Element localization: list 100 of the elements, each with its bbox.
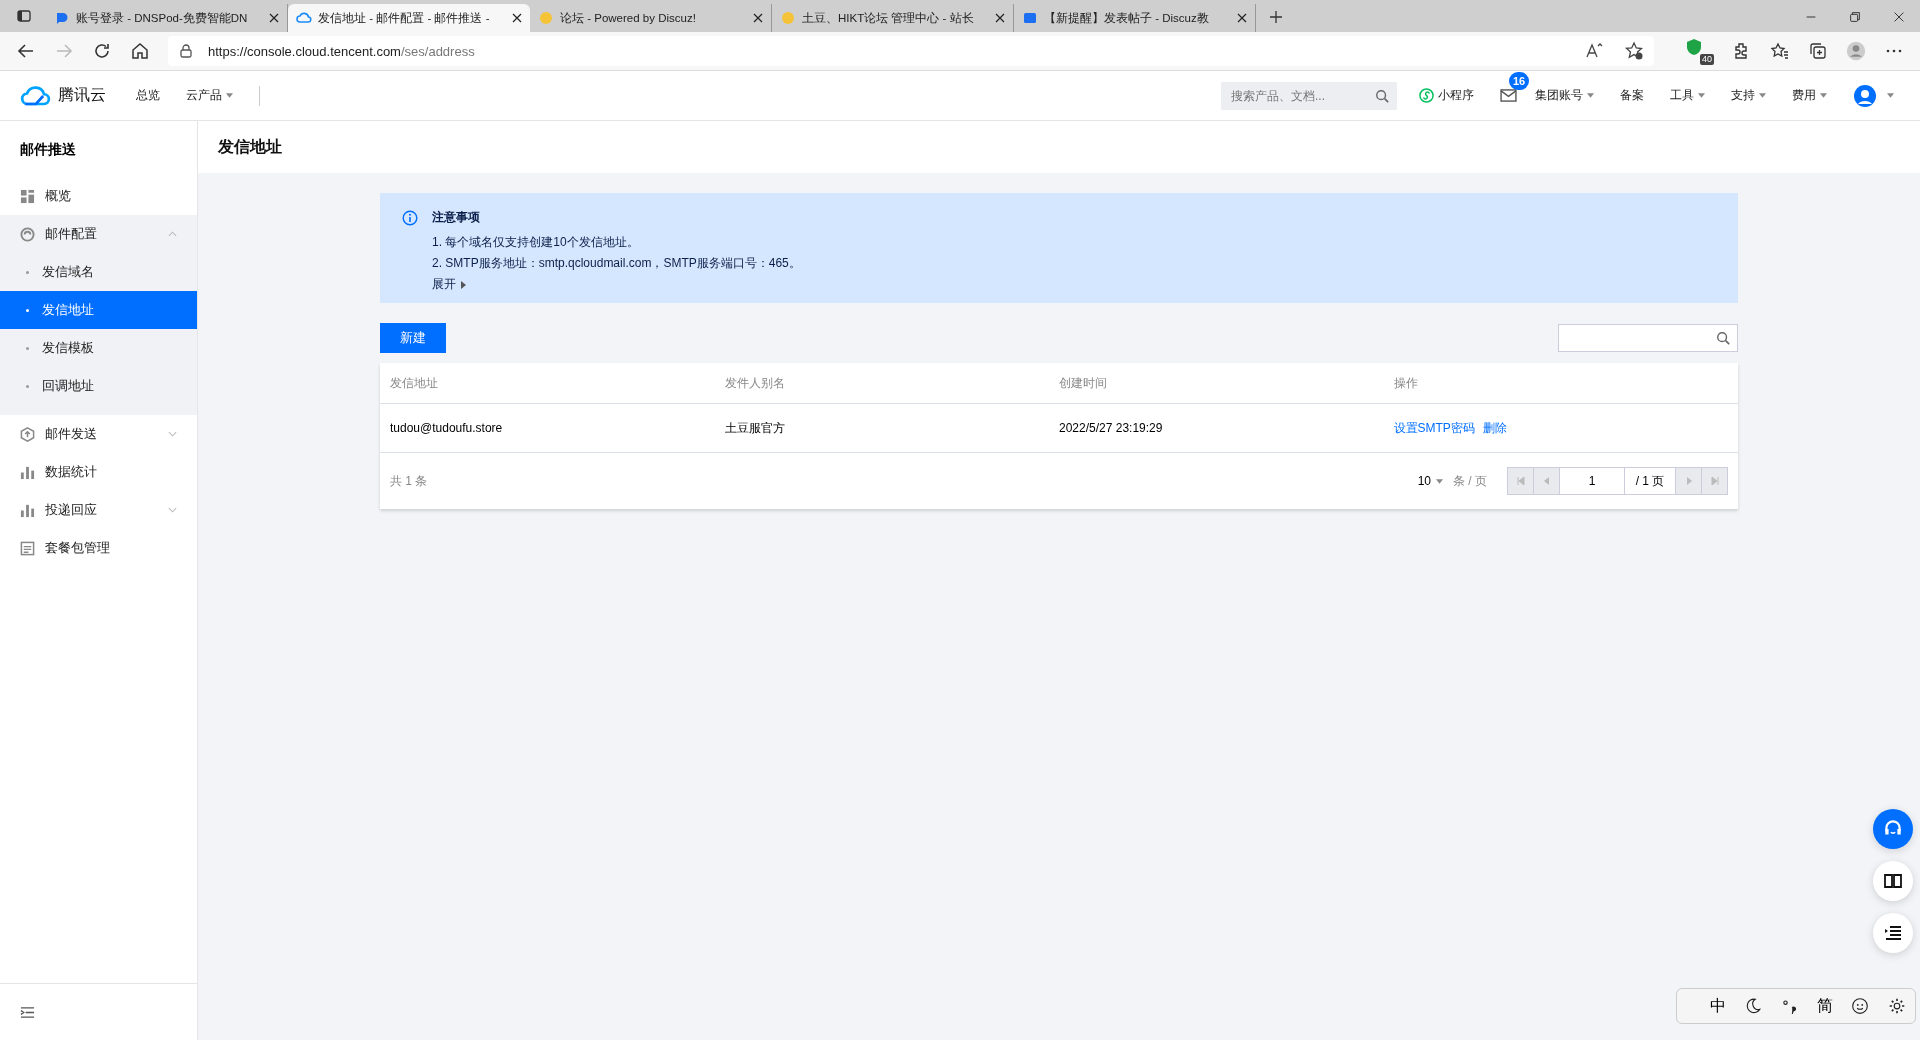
nav-link[interactable]: 总览 [136, 87, 160, 104]
sidebar-item[interactable]: 概览 [0, 177, 197, 215]
sidebar-title: 邮件推送 [19, 140, 77, 159]
site-icon [1022, 10, 1038, 26]
settings-icon[interactable] [1887, 997, 1906, 1015]
caret-icon [1436, 478, 1443, 484]
close-tab-icon[interactable] [269, 13, 279, 23]
smiley-icon[interactable] [1851, 997, 1870, 1015]
new-button[interactable]: 新建 [380, 323, 446, 353]
caret-icon [1698, 93, 1705, 98]
search-icon[interactable] [1375, 88, 1389, 103]
sidebar-item[interactable]: 投递回应 [0, 491, 197, 529]
info-icon [402, 210, 418, 226]
menu-icon [20, 188, 35, 204]
tab-actions-icon[interactable] [16, 8, 32, 24]
table-cell-text: 2022/5/27 23:19:29 [1059, 421, 1164, 435]
caret-icon [226, 93, 233, 98]
notice-text: 2. SMTP服务地址：smtp.qcloudmail.com，SMTP服务端口号：465。 [432, 255, 801, 272]
new-tab-icon[interactable] [1268, 9, 1284, 25]
script-toggle[interactable]: 简 [1817, 995, 1834, 1017]
total-count: 共 1 条 [390, 472, 428, 490]
site-icon [54, 10, 70, 26]
user-avatar-icon[interactable] [1853, 83, 1877, 108]
search-field[interactable] [1558, 324, 1738, 352]
menu-icon [20, 502, 35, 518]
restore-icon[interactable] [1848, 10, 1862, 24]
favorites-icon[interactable] [1770, 41, 1790, 61]
sidebar-item[interactable]: 数据统计 [0, 453, 197, 491]
table-cell-text: 土豆服官方 [724, 419, 786, 437]
extension-badge: 40 [1700, 54, 1714, 65]
punctuation-icon[interactable] [1780, 997, 1799, 1015]
close-icon[interactable] [1892, 10, 1906, 24]
caret-icon [1820, 93, 1827, 98]
menu-icon [20, 426, 35, 442]
brand-name[interactable]: 腾讯云 [58, 85, 106, 106]
refresh-icon[interactable] [92, 41, 112, 61]
close-tab-icon[interactable] [512, 13, 522, 23]
shield-extension-icon[interactable] [1684, 37, 1704, 57]
first-page-icon [1516, 477, 1525, 485]
header-menu[interactable]: 支持 [1731, 87, 1766, 104]
book-icon [1883, 871, 1903, 891]
browser-tab[interactable]: 发信地址 - 邮件配置 - 邮件推送 - [288, 4, 530, 32]
mini-program-link[interactable]: 小程序 [1419, 87, 1474, 104]
caret-icon [461, 280, 466, 289]
caret-icon [1587, 93, 1594, 98]
sidebar-item[interactable]: 邮件配置 [0, 215, 197, 253]
address-field[interactable]: https://console.cloud.tencent.com/ses/address [168, 36, 1654, 66]
input-mode-toggle[interactable]: 中 [1710, 995, 1727, 1017]
cloud-logo-icon[interactable] [20, 84, 52, 107]
sidebar-subitem[interactable]: 发信域名 [0, 253, 197, 291]
notice-title: 注意事项 [432, 209, 481, 226]
docs-button[interactable] [1873, 861, 1913, 901]
sidebar-subitem[interactable]: 回调地址 [0, 367, 197, 405]
notice-text: 1. 每个域名仅支持创建10个发信地址。 [432, 234, 640, 251]
action-link[interactable]: 设置SMTP密码 [1393, 419, 1475, 437]
column-header: 发件人别名 [724, 374, 786, 392]
caret-icon [1759, 93, 1766, 98]
site-icon [538, 10, 554, 26]
column-header: 发信地址 [390, 374, 439, 392]
site-icon [296, 10, 312, 26]
header-menu[interactable]: 费用 [1792, 87, 1827, 104]
support-button[interactable] [1873, 809, 1913, 849]
next-icon [1684, 477, 1693, 485]
header-menu[interactable]: 集团账号 [1535, 87, 1594, 104]
list-icon [1883, 923, 1903, 943]
menu-icon [20, 464, 35, 480]
search-icon[interactable] [1716, 331, 1730, 345]
header-menu[interactable]: 备案 [1620, 87, 1644, 104]
mini-program-icon [1419, 88, 1434, 103]
menu-icon [20, 226, 35, 242]
home-icon[interactable] [130, 41, 150, 61]
add-favorite-icon[interactable] [1624, 41, 1644, 61]
menu-icon [20, 540, 35, 556]
sidebar-subitem[interactable]: 发信地址 [0, 291, 197, 329]
last-page-icon [1710, 477, 1719, 485]
collapse-menu-icon[interactable] [20, 1004, 35, 1020]
page-size-label: 条 / 页 [1453, 472, 1487, 490]
close-tab-icon[interactable] [1237, 13, 1247, 23]
column-header: 操作 [1393, 374, 1419, 392]
expand-link[interactable]: 展开 [432, 276, 801, 293]
previous-icon [1542, 477, 1551, 485]
profile-avatar-icon[interactable] [1846, 41, 1866, 61]
page-title: 发信地址 [198, 121, 1920, 173]
sidebar-subitem[interactable]: 发信模板 [0, 329, 197, 367]
moon-icon[interactable] [1744, 997, 1763, 1015]
page-size-select[interactable]: 10 [1417, 474, 1443, 488]
site-icon [780, 10, 796, 26]
outline-button[interactable] [1873, 913, 1913, 953]
sidebar-item[interactable]: 邮件发送 [0, 415, 197, 453]
collections-icon[interactable] [1808, 41, 1828, 61]
header-menu[interactable]: 工具 [1670, 87, 1705, 104]
caret-icon[interactable] [1887, 93, 1894, 98]
action-link[interactable]: 删除 [1482, 419, 1507, 437]
close-tab-icon[interactable] [753, 13, 763, 23]
close-tab-icon[interactable] [995, 13, 1005, 23]
sidebar-item[interactable]: 套餐包管理 [0, 529, 197, 567]
notification-badge: 16 [1509, 72, 1530, 90]
nav-link[interactable]: 云产品 [186, 87, 233, 104]
mail-icon[interactable] [1500, 89, 1517, 102]
search-field[interactable]: 搜索产品、文档... [1221, 81, 1397, 110]
